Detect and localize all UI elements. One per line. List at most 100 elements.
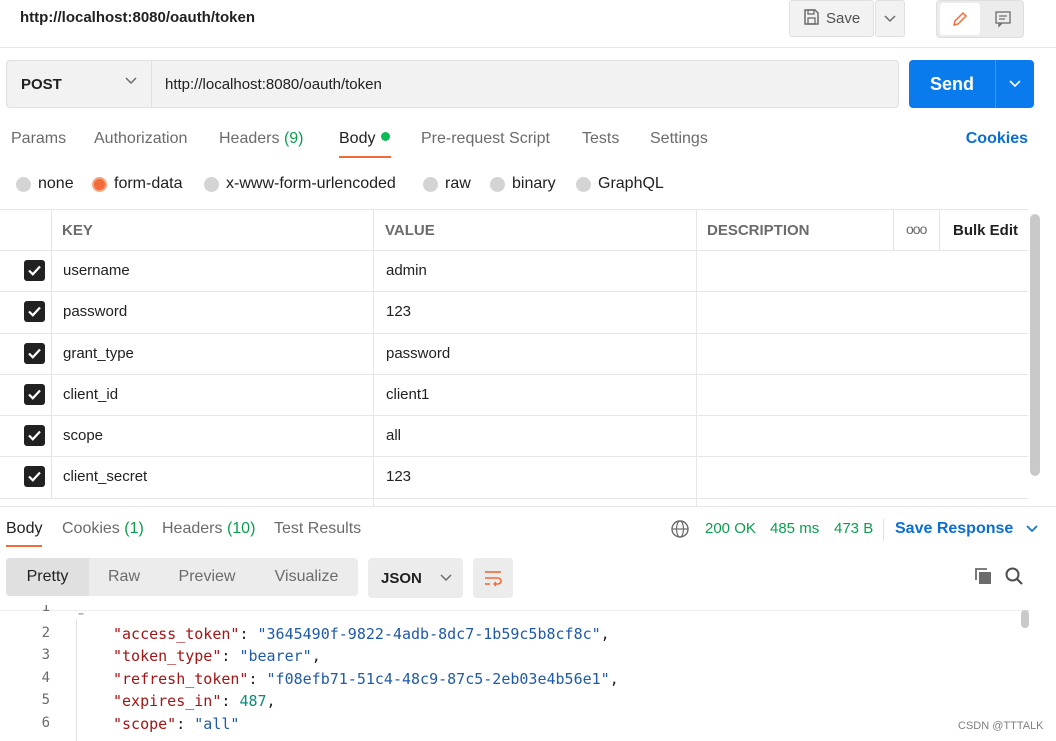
- table-scrollbar[interactable]: [1030, 214, 1040, 476]
- row-enabled-checkbox[interactable]: [24, 425, 45, 447]
- json-line: "expires_in": 487,: [113, 692, 276, 710]
- wrap-lines-button[interactable]: [473, 558, 513, 598]
- radio-form-data[interactable]: form-data: [92, 175, 182, 193]
- description-cell[interactable]: [707, 303, 887, 323]
- radio-circle: [423, 176, 438, 192]
- more-options-icon[interactable]: ooo: [906, 221, 927, 237]
- view-preview[interactable]: Preview: [159, 558, 255, 596]
- value-cell[interactable]: admin: [386, 262, 427, 279]
- column-divider: [373, 251, 374, 292]
- description-cell[interactable]: [707, 262, 887, 282]
- row-enabled-checkbox[interactable]: [24, 383, 45, 405]
- status-code[interactable]: 200 OK: [705, 520, 756, 537]
- request-title[interactable]: http://localhost:8080/oauth/token: [20, 9, 255, 26]
- response-format-select[interactable]: JSON: [368, 558, 463, 598]
- view-pretty[interactable]: Pretty: [6, 558, 89, 596]
- radio-urlencoded[interactable]: x-www-form-urlencoded: [204, 175, 396, 193]
- code-scrollbar[interactable]: [1021, 610, 1029, 628]
- fold-marker-icon[interactable]: −: [78, 609, 84, 620]
- tab-params[interactable]: Params: [11, 130, 66, 148]
- key-cell[interactable]: client_id: [63, 386, 118, 403]
- globe-icon[interactable]: [670, 519, 690, 543]
- radio-circle: [576, 176, 591, 192]
- column-divider: [373, 374, 374, 416]
- response-tab-cookies[interactable]: Cookies (1): [62, 520, 144, 538]
- tab-tests[interactable]: Tests: [582, 130, 619, 148]
- key-cell[interactable]: scope: [63, 427, 103, 444]
- response-body-viewer[interactable]: − 1 2 3 4 5 6 "access_token": "3645490f-9822-…: [0, 605, 1030, 741]
- save-button[interactable]: Save: [789, 0, 874, 37]
- send-options-button[interactable]: [995, 60, 1034, 108]
- checkmark-icon: [28, 265, 41, 276]
- json-key: "token_type": [113, 647, 222, 665]
- value-cell[interactable]: password: [386, 345, 450, 362]
- url-input[interactable]: http://localhost:8080/oauth/token: [151, 60, 899, 108]
- radio-none[interactable]: none: [16, 175, 74, 193]
- table-row: grant_type password: [0, 333, 1028, 375]
- radio-label: none: [38, 175, 74, 192]
- response-tab-test-results[interactable]: Test Results: [274, 520, 361, 538]
- column-divider: [696, 374, 697, 416]
- method-select[interactable]: POST: [6, 60, 151, 108]
- response-tabs: Body Cookies (1) Headers (10) Test Resul…: [0, 506, 1056, 548]
- body-type-options: none form-data x-www-form-urlencoded raw…: [0, 172, 1056, 198]
- key-cell[interactable]: client_secret: [63, 468, 147, 485]
- response-tab-body[interactable]: Body: [6, 520, 42, 538]
- column-divider: [696, 251, 697, 292]
- json-value: "3645490f-9822-4adb-8dc7-1b59c5b8cf8c": [257, 624, 601, 643]
- key-cell[interactable]: username: [63, 262, 130, 279]
- key-cell[interactable]: grant_type: [63, 345, 134, 362]
- description-cell[interactable]: [707, 427, 887, 447]
- description-cell[interactable]: [707, 468, 887, 488]
- column-header-value: VALUE: [385, 222, 435, 239]
- tab-prerequest-script[interactable]: Pre-request Script: [421, 130, 550, 148]
- json-line: "access_token": "3645490f-9822-4adb-8dc7…: [113, 625, 610, 643]
- cookies-link[interactable]: Cookies: [966, 130, 1028, 148]
- send-button[interactable]: Send: [909, 60, 995, 108]
- tab-authorization[interactable]: Authorization: [94, 130, 187, 148]
- radio-circle: [490, 176, 505, 192]
- radio-graphql[interactable]: GraphQL: [576, 175, 664, 193]
- json-line: "refresh_token": "f08efb71-51c4-48c9-87c…: [113, 670, 619, 688]
- response-view-selector: Pretty Raw Preview Visualize: [6, 558, 358, 596]
- save-options-button[interactable]: [875, 0, 905, 37]
- row-enabled-checkbox[interactable]: [24, 466, 45, 488]
- description-cell[interactable]: [707, 386, 887, 406]
- comments-button[interactable]: [984, 3, 1022, 35]
- tab-settings[interactable]: Settings: [650, 130, 708, 148]
- row-enabled-checkbox[interactable]: [24, 301, 45, 323]
- search-icon[interactable]: [1004, 566, 1024, 590]
- column-divider: [893, 210, 894, 250]
- view-raw[interactable]: Raw: [89, 558, 159, 596]
- format-label: JSON: [381, 569, 422, 587]
- tab-headers[interactable]: Headers (9): [219, 130, 304, 148]
- tab-body[interactable]: Body: [339, 130, 391, 148]
- row-enabled-checkbox[interactable]: [24, 342, 45, 364]
- value-cell[interactable]: client1: [386, 386, 429, 403]
- description-cell[interactable]: [707, 345, 887, 365]
- save-response-button[interactable]: Save Response: [895, 520, 1038, 538]
- response-time[interactable]: 485 ms: [770, 520, 819, 537]
- value-cell[interactable]: 123: [386, 303, 411, 320]
- url-input-value: http://localhost:8080/oauth/token: [165, 75, 382, 93]
- value-cell[interactable]: all: [386, 427, 401, 444]
- response-tab-headers[interactable]: Headers (10): [162, 520, 255, 538]
- table-header: KEY VALUE DESCRIPTION ooo Bulk Edit: [0, 209, 1028, 251]
- row-enabled-checkbox[interactable]: [24, 260, 45, 281]
- column-divider: [51, 374, 52, 416]
- response-tab-cookies-count: (1): [124, 520, 144, 537]
- tab-headers-label: Headers: [219, 130, 280, 147]
- response-size[interactable]: 473 B: [834, 520, 873, 537]
- bulk-edit-button[interactable]: Bulk Edit: [953, 222, 1018, 239]
- radio-binary[interactable]: binary: [490, 175, 556, 193]
- radio-raw[interactable]: raw: [423, 175, 471, 193]
- view-visualize[interactable]: Visualize: [255, 558, 358, 596]
- edit-mode-button[interactable]: [940, 3, 980, 35]
- table-row: client_secret 123: [0, 457, 1028, 499]
- json-key: "refresh_token": [113, 669, 249, 688]
- copy-icon[interactable]: [973, 566, 993, 590]
- key-cell[interactable]: password: [63, 303, 127, 320]
- radio-circle: [16, 176, 31, 192]
- save-icon: [802, 8, 820, 30]
- value-cell[interactable]: 123: [386, 468, 411, 485]
